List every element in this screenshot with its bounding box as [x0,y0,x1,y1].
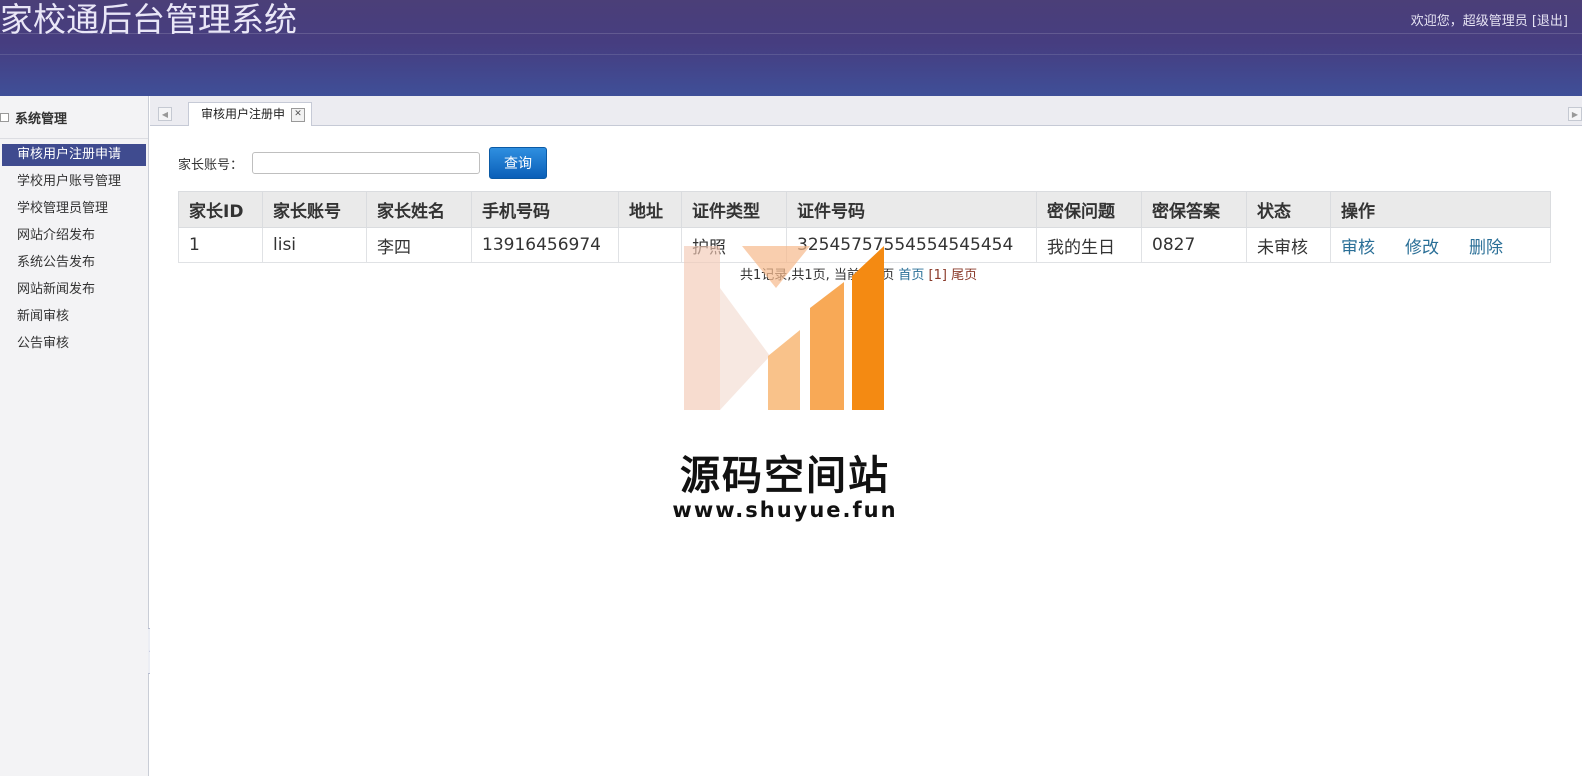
search-button[interactable]: 查询 [489,147,547,179]
column-header: 操作 [1330,191,1551,228]
cell-actions: 审核 修改 删除 [1330,227,1551,263]
pagination: 共1记录,共1页, 当前第1页 首页 [1] 尾页 [740,264,977,283]
cell-security-question: 我的生日 [1036,227,1142,263]
sidebar-item-review-registration[interactable]: 审核用户注册申请 [2,144,146,166]
cell-security-answer: 0827 [1141,227,1247,263]
column-header: 地址 [618,191,682,228]
cell-phone: 13916456974 [471,227,619,263]
sidebar-item-site-news[interactable]: 网站新闻发布 [0,279,148,301]
column-header: 家长ID [178,191,263,228]
tab-review-registration[interactable]: 审核用户注册申 ✕ [188,102,313,126]
pagination-summary: 共1记录,共1页, 当前第1页 [740,268,895,283]
sidebar-section-title: 系统管理 [15,111,68,127]
cell-status: 未审核 [1246,227,1331,263]
first-page-link[interactable]: 首页 [898,268,924,283]
sidebar-item-system-notice[interactable]: 系统公告发布 [0,252,148,274]
delete-link[interactable]: 删除 [1469,238,1503,258]
tab-scroll-right-icon[interactable]: ▶ [1568,107,1582,121]
app-header: 家校通后台管理系统 欢迎您，超级管理员 [退出] [0,0,1582,96]
current-page-link[interactable]: [1] [929,268,947,283]
sidebar-item-site-intro[interactable]: 网站介绍发布 [0,225,148,247]
column-header: 状态 [1246,191,1331,228]
approve-link[interactable]: 审核 [1341,238,1375,258]
tab-scroll-left-icon[interactable]: ◀ [158,107,172,121]
main-content: 家长账号： 查询 家长ID 家长账号 家长姓名 手机号码 地址 证件类型 证件号… [150,126,1582,776]
app-title: 家校通后台管理系统 [0,0,297,39]
table-header-row: 家长ID 家长账号 家长姓名 手机号码 地址 证件类型 证件号码 密保问题 密保… [178,191,1551,228]
sidebar-item-school-accounts[interactable]: 学校用户账号管理 [0,171,148,193]
column-header: 家长账号 [262,191,367,228]
sidebar-item-news-review[interactable]: 新闻审核 [0,306,148,328]
sidebar-item-school-admins[interactable]: 学校管理员管理 [0,198,148,220]
welcome-text: 欢迎您，超级管理员 [1410,14,1528,29]
column-header: 密保答案 [1141,191,1247,228]
logout-link[interactable]: [退出] [1532,14,1568,29]
sidebar-item-notice-review[interactable]: 公告审核 [0,333,148,355]
tab-label: 审核用户注册申 [201,107,286,121]
cell-name: 李四 [366,227,472,263]
cell-id-number: 32545757554554545454 [786,227,1037,263]
sidebar: 系统管理 审核用户注册申请 学校用户账号管理 学校管理员管理 网站介绍发布 系统… [0,96,149,776]
sidebar-menu: 审核用户注册申请 学校用户账号管理 学校管理员管理 网站介绍发布 系统公告发布 … [0,144,148,355]
edit-link[interactable]: 修改 [1405,238,1439,258]
column-header: 手机号码 [471,191,619,228]
registration-table: 家长ID 家长账号 家长姓名 手机号码 地址 证件类型 证件号码 密保问题 密保… [178,191,1551,263]
cell-parent-id: 1 [178,227,263,263]
search-label: 家长账号： [178,158,244,173]
column-header: 家长姓名 [366,191,472,228]
parent-account-input[interactable] [252,152,480,174]
user-welcome: 欢迎您，超级管理员 [退出] [1411,10,1568,29]
cell-account: lisi [262,227,367,263]
column-header: 证件类型 [681,191,787,228]
column-header: 密保问题 [1036,191,1142,228]
collapse-box-icon [0,112,9,122]
column-header: 证件号码 [786,191,1037,228]
table-row: 1 lisi 李四 13916456974 护照 325457575545545… [178,227,1551,263]
last-page-link[interactable]: 尾页 [951,268,977,283]
cell-address [618,227,682,263]
tab-bar: ◀ 审核用户注册申 ✕ ▶ [150,96,1582,126]
cell-id-type: 护照 [681,227,787,263]
sidebar-section-header[interactable]: 系统管理 [0,96,148,139]
close-icon[interactable]: ✕ [291,108,306,122]
